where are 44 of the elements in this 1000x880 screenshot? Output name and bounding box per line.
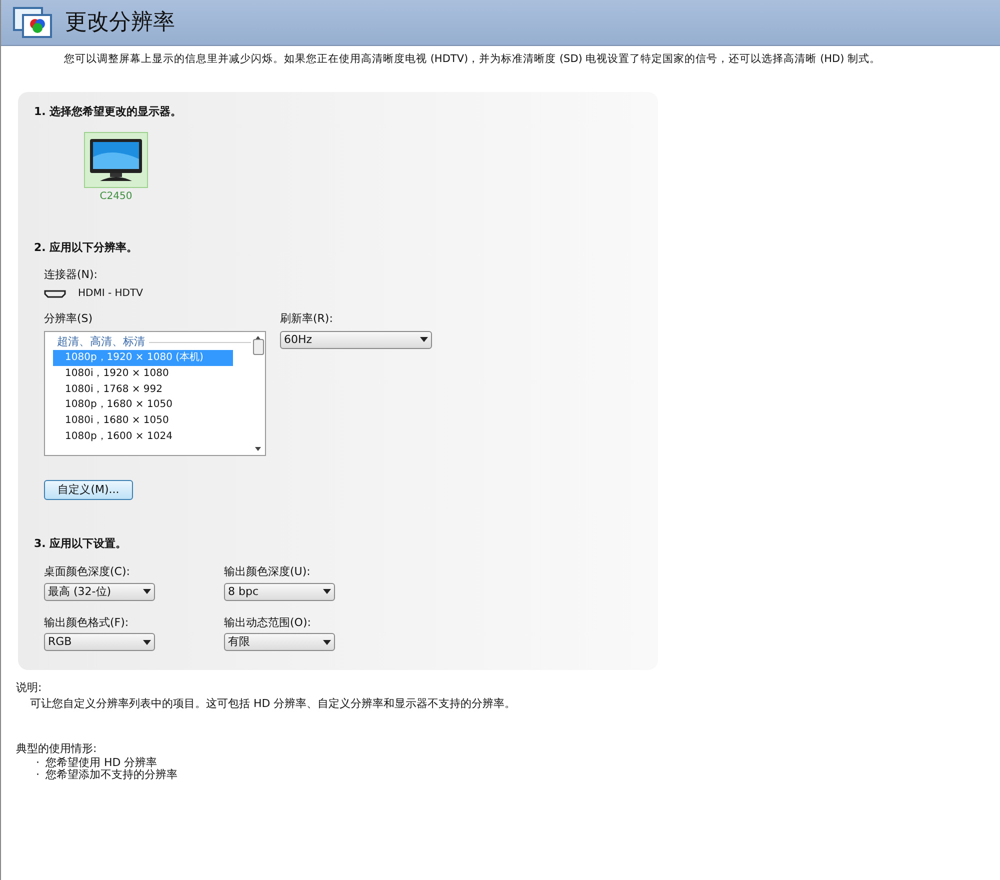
group-heading: 超清、高清、标清 [57, 334, 145, 350]
section-title: 1. 选择您希望更改的显示器。 [34, 104, 183, 120]
scroll-down-icon[interactable] [255, 446, 261, 451]
resolution-item[interactable]: 1080i，1768 × 992 [53, 382, 233, 398]
setting-label: 输出颜色格式(F): [44, 614, 130, 631]
dropdown[interactable]: 最高 (32-位) [44, 582, 155, 601]
bullet: · [36, 757, 40, 770]
hdmi-port-icon [44, 290, 66, 298]
resolution-item[interactable]: 1080p，1680 × 1050 [53, 397, 233, 413]
resolution-item[interactable]: 1080i，1680 × 1050 [53, 413, 233, 429]
setting-label: 输出动态范围(O): [224, 614, 312, 631]
dropdown[interactable]: 有限 [224, 633, 335, 652]
usage-title: 典型的使用情形: [16, 740, 98, 756]
dropdown-arrow-icon [143, 640, 151, 645]
scroll-thumb[interactable] [252, 339, 264, 356]
customize-button[interactable]: 自定义(M)... [44, 480, 133, 500]
connector-label: 连接器(N): [44, 266, 99, 283]
dropdown[interactable]: RGB [44, 633, 155, 652]
section-title: 2. 应用以下分辨率。 [34, 240, 139, 256]
bullet: · [36, 769, 40, 782]
description-text: 可让您自定义分辨率列表中的项目。这可包括 HD 分辨率、自定义分辨率和显示器不支持的分辨率。 [30, 696, 517, 712]
setting-label: 输出颜色深度(U): [224, 564, 312, 580]
connector-value: HDMI - HDTV [78, 287, 143, 302]
resolution-label: 分辨率(S) [44, 311, 94, 328]
dropdown-arrow-icon [323, 640, 331, 645]
usage-item: 您希望使用 HD 分辨率 [46, 757, 158, 770]
monitor-icon [88, 137, 144, 184]
intro-text: 您可以调整屏幕上显示的信息里并减少闪烁。如果您正在使用高清晰度电视 (HDTV)，并为标准清晰度 (SD) 电视设置了特定国家的信号，还可以选择高清晰 (HD) 制式。 [64, 52, 882, 67]
resolution-item[interactable]: 1080p，1600 × 1024 [53, 428, 233, 444]
resolution-item[interactable]: 1080i，1920 × 1080 [53, 366, 233, 382]
description-title: 说明: [16, 680, 43, 696]
display-tile[interactable] [84, 132, 148, 188]
page-title: 更改分辨率 [65, 9, 175, 37]
display-name: C2450 [100, 190, 132, 204]
usage-item: 您希望添加不支持的分辨率 [46, 769, 178, 782]
dropdown-arrow-icon [143, 589, 151, 594]
dropdown-arrow-icon [420, 337, 428, 342]
refresh-rate-label: 刷新率(R): [280, 311, 334, 328]
dropdown[interactable]: 8 bpc [224, 582, 335, 601]
setting-label: 桌面颜色深度(C): [44, 564, 131, 580]
dropdown-arrow-icon [323, 589, 331, 594]
section-title: 3. 应用以下设置。 [34, 536, 128, 552]
dropdown[interactable]: 60Hz [280, 330, 432, 349]
display-settings-icon [13, 6, 53, 40]
